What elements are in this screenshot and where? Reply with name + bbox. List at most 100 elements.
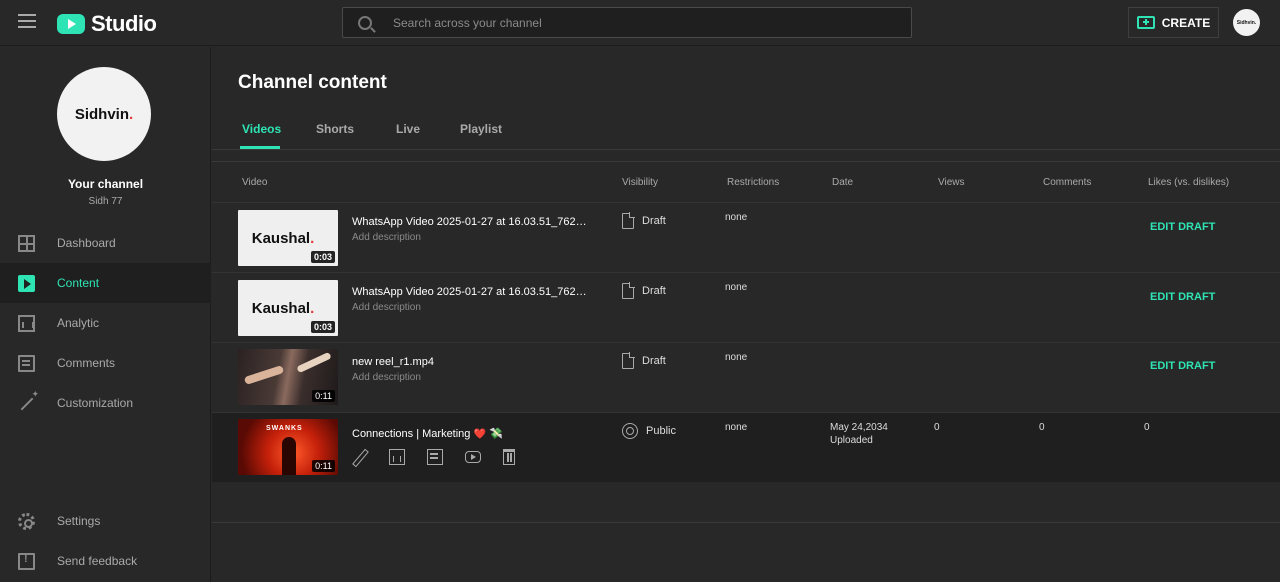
sidebar-item-label: Content <box>57 276 100 290</box>
views-value: 0 <box>934 422 940 433</box>
video-duration: 0:03 <box>310 321 335 333</box>
comments-value: 0 <box>1039 422 1045 433</box>
tab-live[interactable]: Live <box>396 122 420 136</box>
restrictions-value: none <box>725 282 748 293</box>
channel-avatar[interactable]: Sidhvin. <box>57 67 151 161</box>
column-header-views[interactable]: Views <box>938 177 965 188</box>
video-title[interactable]: new reel_r1.mp4 <box>352 356 592 368</box>
sidebar-item-send-feedback[interactable]: Send feedback <box>0 541 211 581</box>
draft-icon <box>622 282 635 299</box>
sidebar-item-label: Customization <box>57 396 134 410</box>
date-status: Uploaded <box>830 435 873 446</box>
column-header-likes[interactable]: Likes (vs. dislikes) <box>1148 177 1229 188</box>
video-duration: 0:11 <box>312 390 335 402</box>
feedback-icon <box>18 552 35 570</box>
your-channel-label: Your channel <box>67 177 144 191</box>
sidebar: Sidhvin. Your channel Sidh 77 Dashboard … <box>0 47 211 582</box>
tab-shorts[interactable]: Shorts <box>316 122 354 136</box>
sidebar-item-comments[interactable]: Comments <box>0 343 211 383</box>
video-title-text: Connections | Marketing <box>352 428 471 440</box>
logo-text: Studio <box>91 11 157 36</box>
restrictions-value: none <box>725 422 748 433</box>
video-title[interactable]: Connections | Marketing ❤️ 💸 <box>352 427 592 440</box>
sidebar-item-label: Dashboard <box>57 236 116 250</box>
sidebar-item-customization[interactable]: Customization <box>0 383 211 423</box>
visibility-label: Public <box>646 425 676 437</box>
create-label: CREATE <box>1161 15 1211 30</box>
visibility-cell[interactable]: Public <box>622 423 676 439</box>
column-header-comments[interactable]: Comments <box>1043 177 1091 188</box>
row-actions <box>351 449 515 465</box>
edit-draft-button[interactable]: EDIT DRAFT <box>1150 221 1215 233</box>
visibility-label: Draft <box>642 215 666 227</box>
video-title[interactable]: WhatsApp Video 2025-01-27 at 16.03.51_76… <box>352 286 592 298</box>
table-row[interactable]: SWANKS 0:11 Connections | Marketing ❤️ 💸… <box>212 412 1280 482</box>
visibility-cell[interactable]: Draft <box>622 282 666 299</box>
youtube-icon[interactable] <box>465 451 481 463</box>
tab-playlist[interactable]: Playlist <box>460 122 502 136</box>
thumbnail-dot: . <box>310 229 315 247</box>
youtube-logo-icon <box>57 14 85 34</box>
sidebar-item-dashboard[interactable]: Dashboard <box>0 223 211 263</box>
comments-icon[interactable] <box>427 449 443 465</box>
table-row[interactable]: Kaushal. 0:03 WhatsApp Video 2025-01-27 … <box>212 202 1280 272</box>
draft-icon <box>622 352 635 369</box>
video-thumbnail[interactable]: 0:11 <box>238 349 338 405</box>
sidebar-item-analytic[interactable]: Analytic <box>0 303 211 343</box>
analytics-icon <box>18 314 35 332</box>
table-row[interactable]: Kaushal. 0:03 WhatsApp Video 2025-01-27 … <box>212 272 1280 342</box>
visibility-cell[interactable]: Draft <box>622 352 666 369</box>
search-icon[interactable] <box>358 15 372 30</box>
channel-handle: Sidh 77 <box>88 196 123 207</box>
top-bar: Studio CREATE Sidhvin. <box>0 0 1280 46</box>
video-description[interactable]: Add description <box>352 372 421 383</box>
sidebar-item-label: Analytic <box>57 316 100 330</box>
heart-emoji: ❤️ <box>473 429 486 440</box>
column-header-video[interactable]: Video <box>242 177 267 188</box>
sidebar-item-settings[interactable]: Settings <box>0 501 211 541</box>
edit-draft-button[interactable]: EDIT DRAFT <box>1150 360 1215 372</box>
account-avatar[interactable]: Sidhvin. <box>1233 9 1260 36</box>
dashboard-icon <box>18 234 35 252</box>
studio-logo[interactable]: Studio <box>57 11 157 37</box>
edit-draft-button[interactable]: EDIT DRAFT <box>1150 291 1215 303</box>
main-content: Channel content Videos Shorts Live Playl… <box>212 47 1280 582</box>
table-row[interactable]: 0:11 new reel_r1.mp4 Add description Dra… <box>212 342 1280 412</box>
gear-icon <box>18 512 35 530</box>
visibility-cell[interactable]: Draft <box>622 212 666 229</box>
column-header-restrictions[interactable]: Restrictions <box>727 177 779 188</box>
video-description[interactable]: Add description <box>352 232 421 243</box>
sidebar-item-label: Send feedback <box>57 554 138 568</box>
restrictions-value: none <box>725 212 748 223</box>
channel-avatar-dot: . <box>129 105 134 123</box>
content-icon <box>18 274 35 292</box>
video-thumbnail[interactable]: Kaushal. 0:03 <box>238 210 338 266</box>
sidebar-item-label: Settings <box>57 514 101 528</box>
tabs-divider <box>212 149 1280 150</box>
video-thumbnail[interactable]: SWANKS 0:11 <box>238 419 338 475</box>
channel-avatar-name: Sidhvin <box>74 105 129 123</box>
likes-value: 0 <box>1144 422 1150 433</box>
video-title[interactable]: WhatsApp Video 2025-01-27 at 16.03.51_76… <box>352 216 592 228</box>
comments-icon <box>18 354 35 372</box>
menu-icon[interactable] <box>18 14 36 28</box>
column-header-date[interactable]: Date <box>832 177 853 188</box>
create-button[interactable]: CREATE <box>1128 7 1219 38</box>
page-title: Channel content <box>238 72 387 93</box>
thumbnail-text: SWANKS <box>266 425 303 432</box>
search-bar[interactable] <box>342 7 912 38</box>
video-duration: 0:11 <box>312 460 335 472</box>
video-thumbnail[interactable]: Kaushal. 0:03 <box>238 280 338 336</box>
edit-pencil-icon[interactable] <box>351 449 367 465</box>
video-description[interactable]: Add description <box>352 302 421 313</box>
search-input[interactable] <box>393 15 873 30</box>
thumbnail-text: Kaushal <box>251 229 311 247</box>
analytics-icon[interactable] <box>389 449 405 465</box>
sidebar-item-content[interactable]: Content <box>0 263 211 303</box>
tab-videos[interactable]: Videos <box>242 122 281 136</box>
table-divider <box>212 161 1280 162</box>
date-value: May 24,2034 <box>830 422 888 433</box>
column-header-visibility[interactable]: Visibility <box>622 177 658 188</box>
thumbnail-dot: . <box>310 299 315 317</box>
trash-icon[interactable] <box>503 449 515 465</box>
